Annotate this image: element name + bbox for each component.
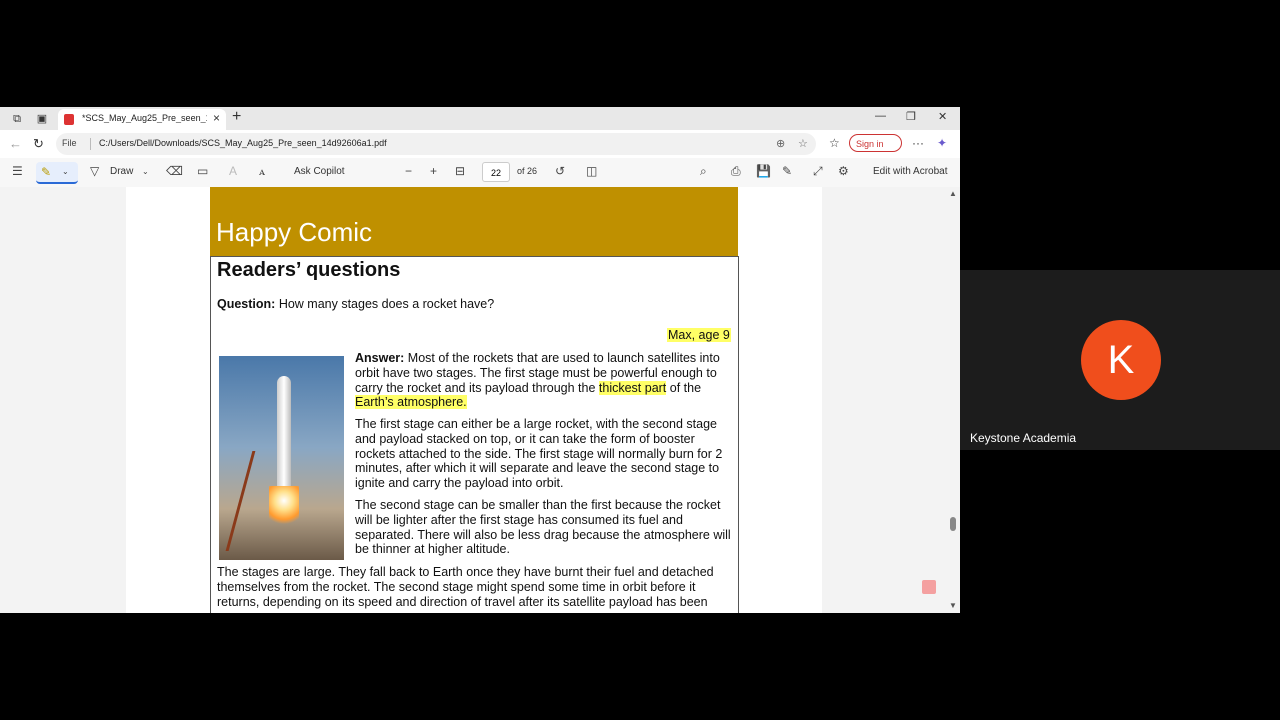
answer-paragraph-4: The stages are large. They fall back to … — [217, 565, 714, 609]
scroll-down-icon[interactable]: ▼ — [949, 601, 957, 610]
answer-paragraph-2: The first stage can either be a large ro… — [355, 417, 723, 491]
more-icon[interactable]: ··· — [912, 136, 924, 150]
acrobat-icon[interactable] — [922, 580, 936, 594]
highlight-thickest-part: thickest part — [598, 380, 667, 395]
search-icon[interactable]: ⌕ — [700, 164, 707, 179]
chevron-down-icon[interactable]: ⌄ — [142, 167, 149, 176]
close-tab-icon[interactable]: × — [213, 111, 220, 125]
eraser-icon[interactable]: ⌫ — [166, 164, 183, 178]
page-view-icon[interactable]: ◫ — [586, 164, 597, 178]
answer-paragraph-3: The second stage can be smaller than the… — [355, 498, 731, 557]
participant-name: Keystone Academia — [970, 431, 1077, 445]
address-bar-row: ← ↻ File C:/Users/Dell/Downloads/SCS_May… — [0, 130, 960, 158]
rocket-launch-image — [219, 356, 344, 560]
pdf-toolbar: ☰ ✎ ⌄ ▽ Draw ⌄ ⌫ ▭ A ꭺ Ask Copilot − + ⊟… — [0, 158, 960, 188]
asker-highlight: Max, age 9 — [667, 328, 731, 342]
comic-banner: Happy Comic — [210, 187, 738, 256]
pdf-page: Happy Comic Readers’ questions Question:… — [126, 187, 822, 613]
banner-title: Happy Comic — [216, 217, 373, 247]
answer-paragraph-1: Answer: Most of the rockets that are use… — [355, 351, 720, 410]
minimize-icon[interactable]: — — [875, 110, 886, 122]
pdf-viewer[interactable]: Happy Comic Readers’ questions Question:… — [0, 187, 960, 613]
chevron-down-icon: ⌄ — [62, 167, 69, 176]
tab-pdf[interactable]: *SCS_May_Aug25_Pre_seen_14d92606a1.pdf × — [58, 109, 226, 130]
url-text: C:/Users/Dell/Downloads/SCS_May_Aug25_Pr… — [99, 138, 387, 148]
scroll-thumb[interactable] — [950, 517, 956, 531]
address-bar[interactable]: File C:/Users/Dell/Downloads/SCS_May_Aug… — [56, 133, 816, 155]
new-tab-icon[interactable]: + — [232, 108, 241, 126]
save-as-icon[interactable]: ✎ — [782, 164, 792, 178]
favorites-icon[interactable]: ☆ — [829, 136, 840, 150]
highlighter-icon: ✎ — [41, 165, 52, 179]
fullscreen-icon[interactable]: ⤢ — [813, 164, 823, 179]
browser-window: ⧉ ▣ *SCS_May_Aug25_Pre_seen_14d92606a1.p… — [0, 107, 960, 613]
settings-gear-icon[interactable]: ⚙ — [838, 164, 849, 178]
contents-icon[interactable]: ☰ — [12, 164, 23, 178]
draw-icon[interactable]: ▽ — [90, 164, 99, 178]
ask-copilot-button[interactable]: Ask Copilot — [294, 166, 345, 177]
workspaces-icon[interactable]: ⧉ — [9, 111, 25, 127]
tab-actions-icon[interactable]: ▣ — [34, 111, 50, 127]
vertical-scrollbar[interactable]: ▲ ▼ — [947, 187, 960, 613]
pdf-icon — [64, 114, 74, 125]
file-indicator: File — [62, 138, 77, 148]
highlight-tool[interactable]: ✎ ⌄ — [36, 162, 78, 184]
zoom-icon[interactable]: ⊕ — [776, 137, 785, 150]
copilot-icon[interactable]: ✦ — [937, 136, 947, 150]
close-window-icon[interactable]: ✕ — [938, 110, 947, 123]
video-participant-tile: K Keystone Academia — [960, 270, 1280, 450]
text-box-icon[interactable]: ▭ — [197, 164, 208, 178]
avatar: K — [1081, 320, 1161, 400]
page-total: of 26 — [517, 166, 538, 176]
refresh-icon[interactable]: ↻ — [33, 136, 44, 152]
fit-page-icon[interactable]: ⊟ — [455, 164, 465, 178]
text-format-icon: A — [229, 164, 238, 178]
save-icon[interactable]: 💾 — [756, 164, 771, 178]
favorite-star-icon[interactable]: ☆ — [798, 137, 808, 150]
tab-title: *SCS_May_Aug25_Pre_seen_14d92606a1.pdf — [82, 113, 207, 123]
zoom-in-icon[interactable]: + — [430, 164, 437, 178]
page-number-input[interactable]: 22 — [482, 162, 510, 182]
edit-with-acrobat-button[interactable]: Edit with Acrobat — [873, 166, 947, 177]
scroll-up-icon[interactable]: ▲ — [949, 189, 957, 198]
highlight-earths-atmosphere: Earth’s atmosphere. — [355, 395, 467, 410]
restore-icon[interactable]: ❐ — [906, 110, 916, 123]
read-aloud-icon[interactable]: ꭺ — [259, 164, 265, 179]
print-icon[interactable]: ⎙ — [731, 164, 741, 179]
back-icon[interactable]: ← — [9, 136, 22, 151]
sign-in-button[interactable]: Sign in — [849, 134, 902, 152]
zoom-out-icon[interactable]: − — [405, 164, 412, 178]
rotate-icon[interactable]: ↺ — [555, 164, 565, 178]
page-heading: Readers’ questions — [217, 259, 401, 281]
question: Question: How many stages does a rocket … — [217, 297, 495, 311]
tab-bar: ⧉ ▣ *SCS_May_Aug25_Pre_seen_14d92606a1.p… — [0, 107, 960, 130]
draw-button[interactable]: Draw — [110, 166, 133, 177]
